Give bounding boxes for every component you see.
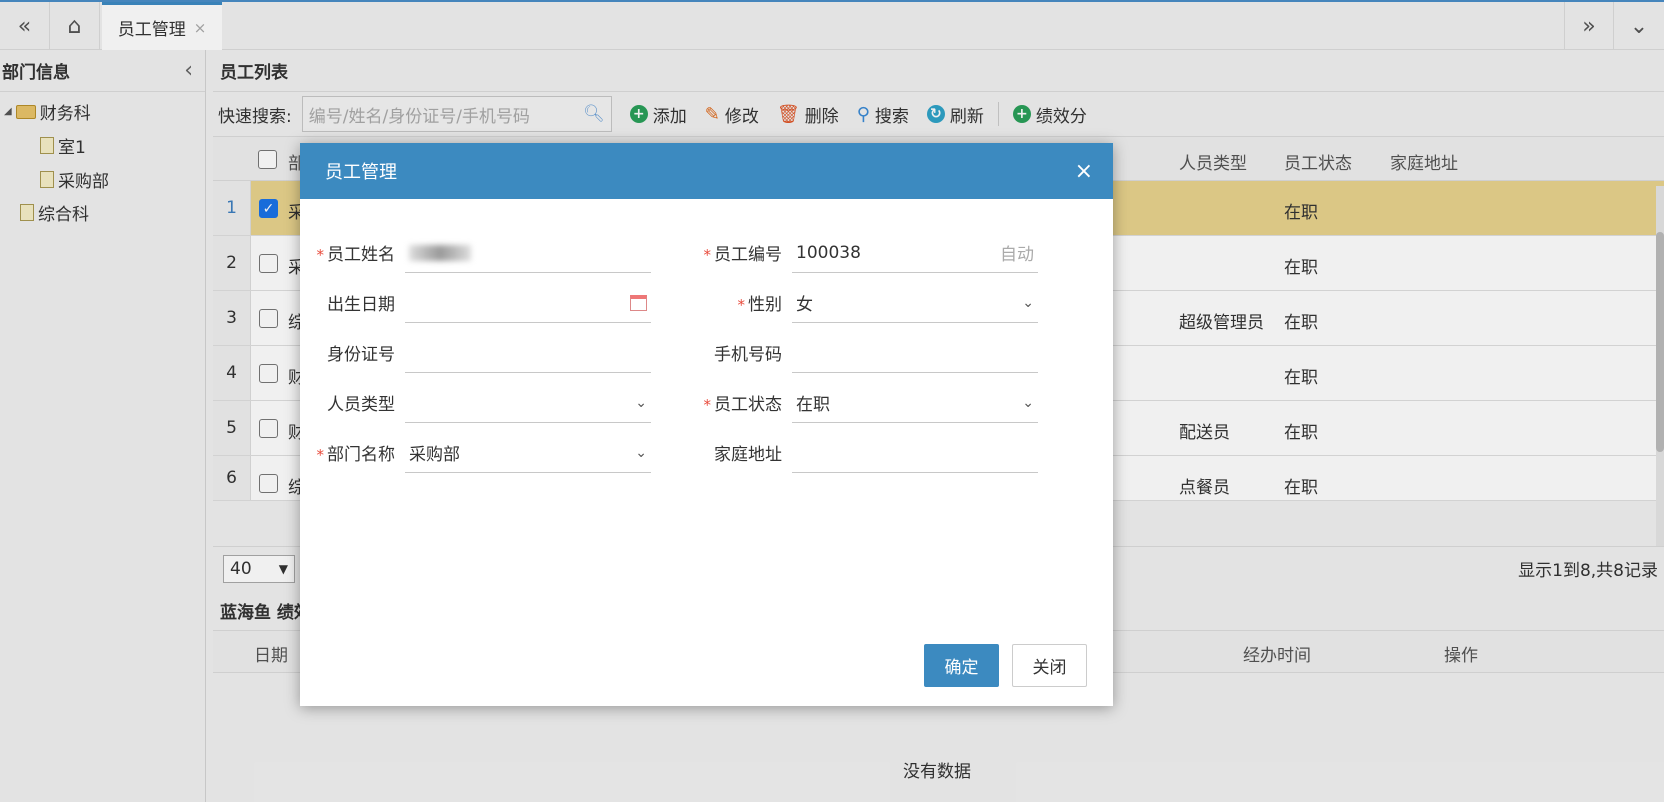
chevron-down-icon: ⌄ [635, 444, 647, 461]
birth-label: 出生日期 [327, 295, 395, 315]
id-label: 身份证号 [327, 345, 395, 365]
redacted-name [409, 244, 471, 261]
phone-label: 手机号码 [714, 345, 782, 365]
field-row-type: 人员类型 ⌄ [310, 383, 651, 423]
field-row-dept: * 部门名称 采购部 ⌄ [310, 433, 651, 473]
field-row-gender: * 性别 女 ⌄ [697, 283, 1038, 323]
birth-date-input[interactable] [405, 283, 651, 323]
field-row-phone: 手机号码 [697, 333, 1038, 373]
code-value: 100038 [796, 242, 861, 263]
code-input[interactable]: 100038 自动 [792, 233, 1038, 273]
name-label: 员工姓名 [327, 245, 395, 265]
address-input[interactable] [792, 433, 1038, 473]
gender-value: 女 [796, 295, 813, 315]
code-hint: 自动 [1000, 245, 1034, 265]
field-row-name: * 员工姓名 [310, 233, 651, 273]
employee-dialog: 员工管理 × * 员工姓名 * 员工编号 100038 自动 出生日期 * 性别 女 … [300, 143, 1113, 706]
status-select[interactable]: 在职 ⌄ [792, 383, 1038, 423]
type-label: 人员类型 [327, 395, 395, 415]
dept-label: 部门名称 [327, 445, 395, 465]
code-label: 员工编号 [714, 245, 782, 265]
gender-select[interactable]: 女 ⌄ [792, 283, 1038, 323]
chevron-down-icon: ⌄ [635, 394, 647, 411]
name-input[interactable] [405, 233, 651, 273]
status-label: 员工状态 [714, 395, 782, 415]
field-row-address: 家庭地址 [697, 433, 1038, 473]
phone-input[interactable] [792, 333, 1038, 373]
close-icon[interactable]: × [1075, 159, 1093, 184]
chevron-down-icon: ⌄ [1022, 394, 1034, 411]
dialog-header: 员工管理 × [300, 143, 1113, 199]
id-number-input[interactable] [405, 333, 651, 373]
dept-select[interactable]: 采购部 ⌄ [405, 433, 651, 473]
chevron-down-icon: ⌄ [1022, 294, 1034, 311]
calendar-icon[interactable] [630, 294, 647, 311]
address-label: 家庭地址 [714, 445, 782, 465]
type-select[interactable]: ⌄ [405, 383, 651, 423]
gender-label: 性别 [748, 295, 782, 315]
field-row-id: 身份证号 [310, 333, 651, 373]
field-row-code: * 员工编号 100038 自动 [697, 233, 1038, 273]
confirm-button[interactable]: 确定 [924, 644, 999, 687]
dialog-title: 员工管理 [325, 162, 397, 183]
status-value: 在职 [796, 395, 830, 415]
dept-value: 采购部 [409, 445, 460, 465]
close-button[interactable]: 关闭 [1012, 644, 1087, 687]
field-row-status: * 员工状态 在职 ⌄ [697, 383, 1038, 423]
field-row-birth: 出生日期 [310, 283, 651, 323]
